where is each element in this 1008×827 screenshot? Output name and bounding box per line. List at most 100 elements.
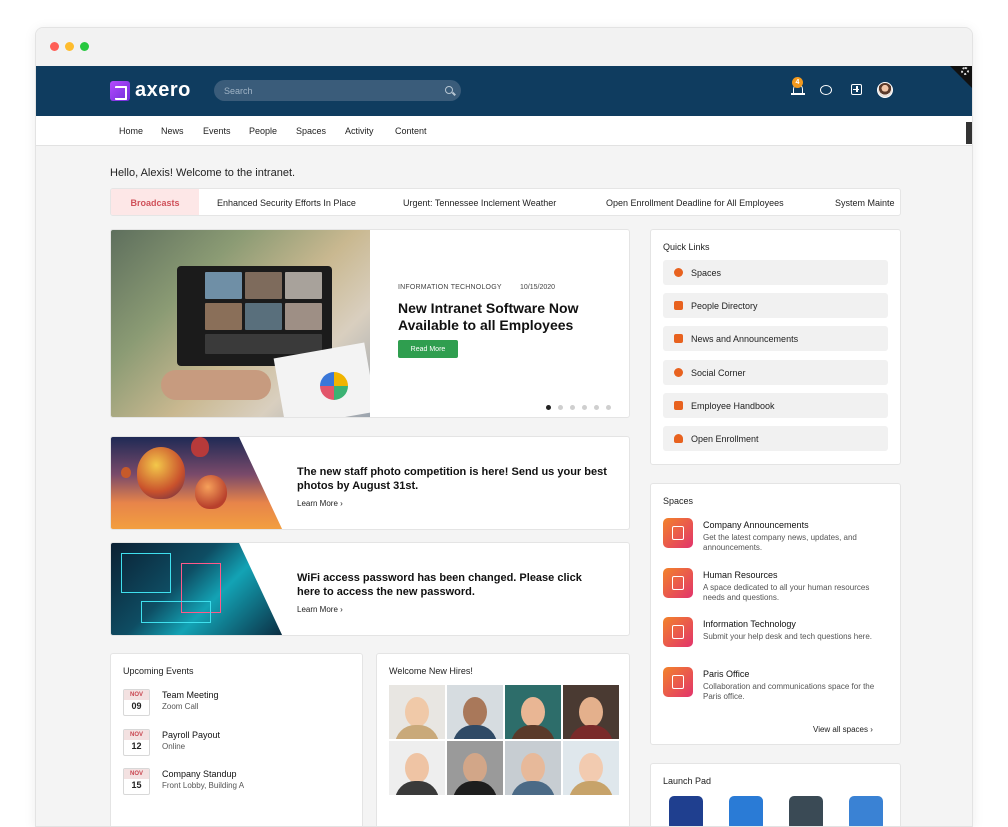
new-hire-photo[interactable]	[389, 741, 445, 795]
promo-title: WiFi access password has been changed. P…	[297, 572, 582, 598]
broadcast-label: Broadcasts	[111, 189, 199, 215]
chat-icon[interactable]	[819, 82, 835, 98]
quick-link-people-directory[interactable]: People Directory	[663, 293, 888, 318]
person-icon	[674, 301, 683, 310]
org-chart-icon	[663, 568, 693, 598]
hero-category[interactable]: INFORMATION TECHNOLOGY	[398, 284, 502, 291]
quick-link-open-enrollment[interactable]: Open Enrollment	[663, 426, 888, 451]
computer-icon	[663, 617, 693, 647]
scrollbar[interactable]	[966, 122, 972, 144]
quick-link-spaces[interactable]: Spaces	[663, 260, 888, 285]
event-item[interactable]: NOV 09 Team Meeting Zoom Call	[123, 689, 353, 719]
read-more-button[interactable]: Read More	[398, 340, 458, 358]
brand-name[interactable]: axero	[135, 79, 191, 102]
learn-more-link[interactable]: Learn More ›	[297, 605, 343, 614]
carousel-dot[interactable]	[570, 405, 575, 410]
globe-icon	[674, 268, 683, 277]
space-information-technology[interactable]: Information Technology Submit your help …	[663, 617, 893, 657]
app-icon[interactable]	[729, 796, 763, 826]
upcoming-events-title: Upcoming Events	[123, 666, 194, 676]
upcoming-events-panel: Upcoming Events NOV 09 Team Meeting Zoom …	[110, 653, 363, 826]
logo-icon[interactable]	[110, 81, 130, 101]
carousel-dot[interactable]	[582, 405, 587, 410]
broadcast-item[interactable]: Open Enrollment Deadline for All Employe…	[606, 198, 784, 208]
carousel-dot[interactable]	[606, 405, 611, 410]
new-hire-photo[interactable]	[447, 685, 503, 739]
event-item[interactable]: NOV 12 Payroll Payout Online	[123, 729, 353, 759]
promo-card-photo-competition[interactable]: The new staff photo competition is here!…	[110, 436, 630, 530]
quick-links-title: Quick Links	[663, 242, 710, 252]
gear-icon[interactable]	[961, 67, 969, 75]
window-chrome	[36, 28, 972, 66]
new-hire-photo[interactable]	[505, 685, 561, 739]
welcome-greeting: Hello, Alexis! Welcome to the intranet.	[110, 167, 296, 179]
nav-events[interactable]: Events	[203, 126, 231, 136]
quick-links-panel: Quick Links Spaces People Directory News…	[650, 229, 901, 465]
featured-news-carousel: INFORMATION TECHNOLOGY 10/15/2020 New In…	[110, 229, 630, 418]
event-item[interactable]: NOV 15 Company Standup Front Lobby, Build…	[123, 768, 353, 798]
learn-more-link[interactable]: Learn More ›	[297, 499, 343, 508]
new-hire-photo[interactable]	[389, 685, 445, 739]
new-hires-title: Welcome New Hires!	[389, 666, 473, 676]
view-all-spaces-link[interactable]: View all spaces ›	[813, 725, 873, 734]
nav-content[interactable]: Content	[395, 126, 427, 136]
carousel-dot[interactable]	[558, 405, 563, 410]
launch-pad-panel: Launch Pad	[650, 763, 901, 826]
date-badge: NOV 15	[123, 768, 150, 795]
minimize-window-button[interactable]	[65, 42, 74, 51]
new-hire-photo[interactable]	[563, 685, 619, 739]
new-hire-photo[interactable]	[505, 741, 561, 795]
nav-home[interactable]: Home	[119, 126, 143, 136]
balloons-image	[111, 437, 283, 529]
app-icon[interactable]	[789, 796, 823, 826]
close-window-button[interactable]	[50, 42, 59, 51]
browser-window: axero 4 Home News Events People Spaces A…	[35, 27, 973, 827]
top-bar: axero 4	[36, 66, 972, 116]
nav-people[interactable]: People	[249, 126, 277, 136]
hero-image[interactable]	[111, 230, 370, 417]
nav-news[interactable]: News	[161, 126, 184, 136]
new-hire-photo[interactable]	[563, 741, 619, 795]
nav-spaces[interactable]: Spaces	[296, 126, 326, 136]
circuit-image	[111, 543, 283, 635]
search-box[interactable]	[214, 80, 461, 101]
microphone-icon	[663, 518, 693, 548]
date-badge: NOV 09	[123, 689, 150, 716]
megaphone-icon	[674, 334, 683, 343]
space-human-resources[interactable]: Human Resources A space dedicated to all…	[663, 568, 893, 608]
carousel-dots	[546, 397, 618, 415]
search-icon[interactable]	[445, 86, 453, 94]
quick-link-social-corner[interactable]: Social Corner	[663, 360, 888, 385]
space-paris-office[interactable]: Paris Office Collaboration and communica…	[663, 667, 893, 707]
quick-link-news[interactable]: News and Announcements	[663, 326, 888, 351]
new-hire-photo[interactable]	[447, 741, 503, 795]
carousel-dot[interactable]	[546, 405, 551, 410]
main-nav: Home News Events People Spaces Activity …	[36, 116, 972, 146]
spaces-title: Spaces	[663, 496, 694, 506]
hero-title[interactable]: New Intranet Software Now Available to a…	[398, 300, 608, 334]
promo-card-wifi-password[interactable]: WiFi access password has been changed. P…	[110, 542, 630, 636]
broadcast-ticker: Broadcasts Enhanced Security Efforts In …	[110, 188, 901, 216]
app-icon[interactable]	[849, 796, 883, 826]
carousel-dot[interactable]	[594, 405, 599, 410]
notification-count-badge: 4	[792, 77, 803, 88]
book-icon	[674, 401, 683, 410]
date-badge: NOV 12	[123, 729, 150, 756]
user-avatar[interactable]	[877, 82, 893, 98]
spaces-panel: Spaces Company Announcements Get the lat…	[650, 483, 901, 745]
maximize-window-button[interactable]	[80, 42, 89, 51]
quick-link-handbook[interactable]: Employee Handbook	[663, 393, 888, 418]
bell-icon	[674, 434, 683, 443]
nav-activity[interactable]: Activity	[345, 126, 374, 136]
broadcast-item[interactable]: Urgent: Tennessee Inclement Weather	[403, 198, 556, 208]
new-hires-panel: Welcome New Hires!	[376, 653, 630, 826]
create-plus-icon[interactable]	[849, 82, 865, 98]
space-company-announcements[interactable]: Company Announcements Get the latest com…	[663, 518, 893, 558]
broadcast-item[interactable]: Enhanced Security Efforts In Place	[217, 198, 356, 208]
chat-icon	[674, 368, 683, 377]
dropbox-icon[interactable]	[669, 796, 703, 826]
search-input[interactable]	[224, 83, 434, 98]
broadcast-item[interactable]: System Mainte	[835, 198, 895, 208]
launch-pad-title: Launch Pad	[663, 776, 712, 786]
laptop-graphic	[177, 266, 332, 366]
